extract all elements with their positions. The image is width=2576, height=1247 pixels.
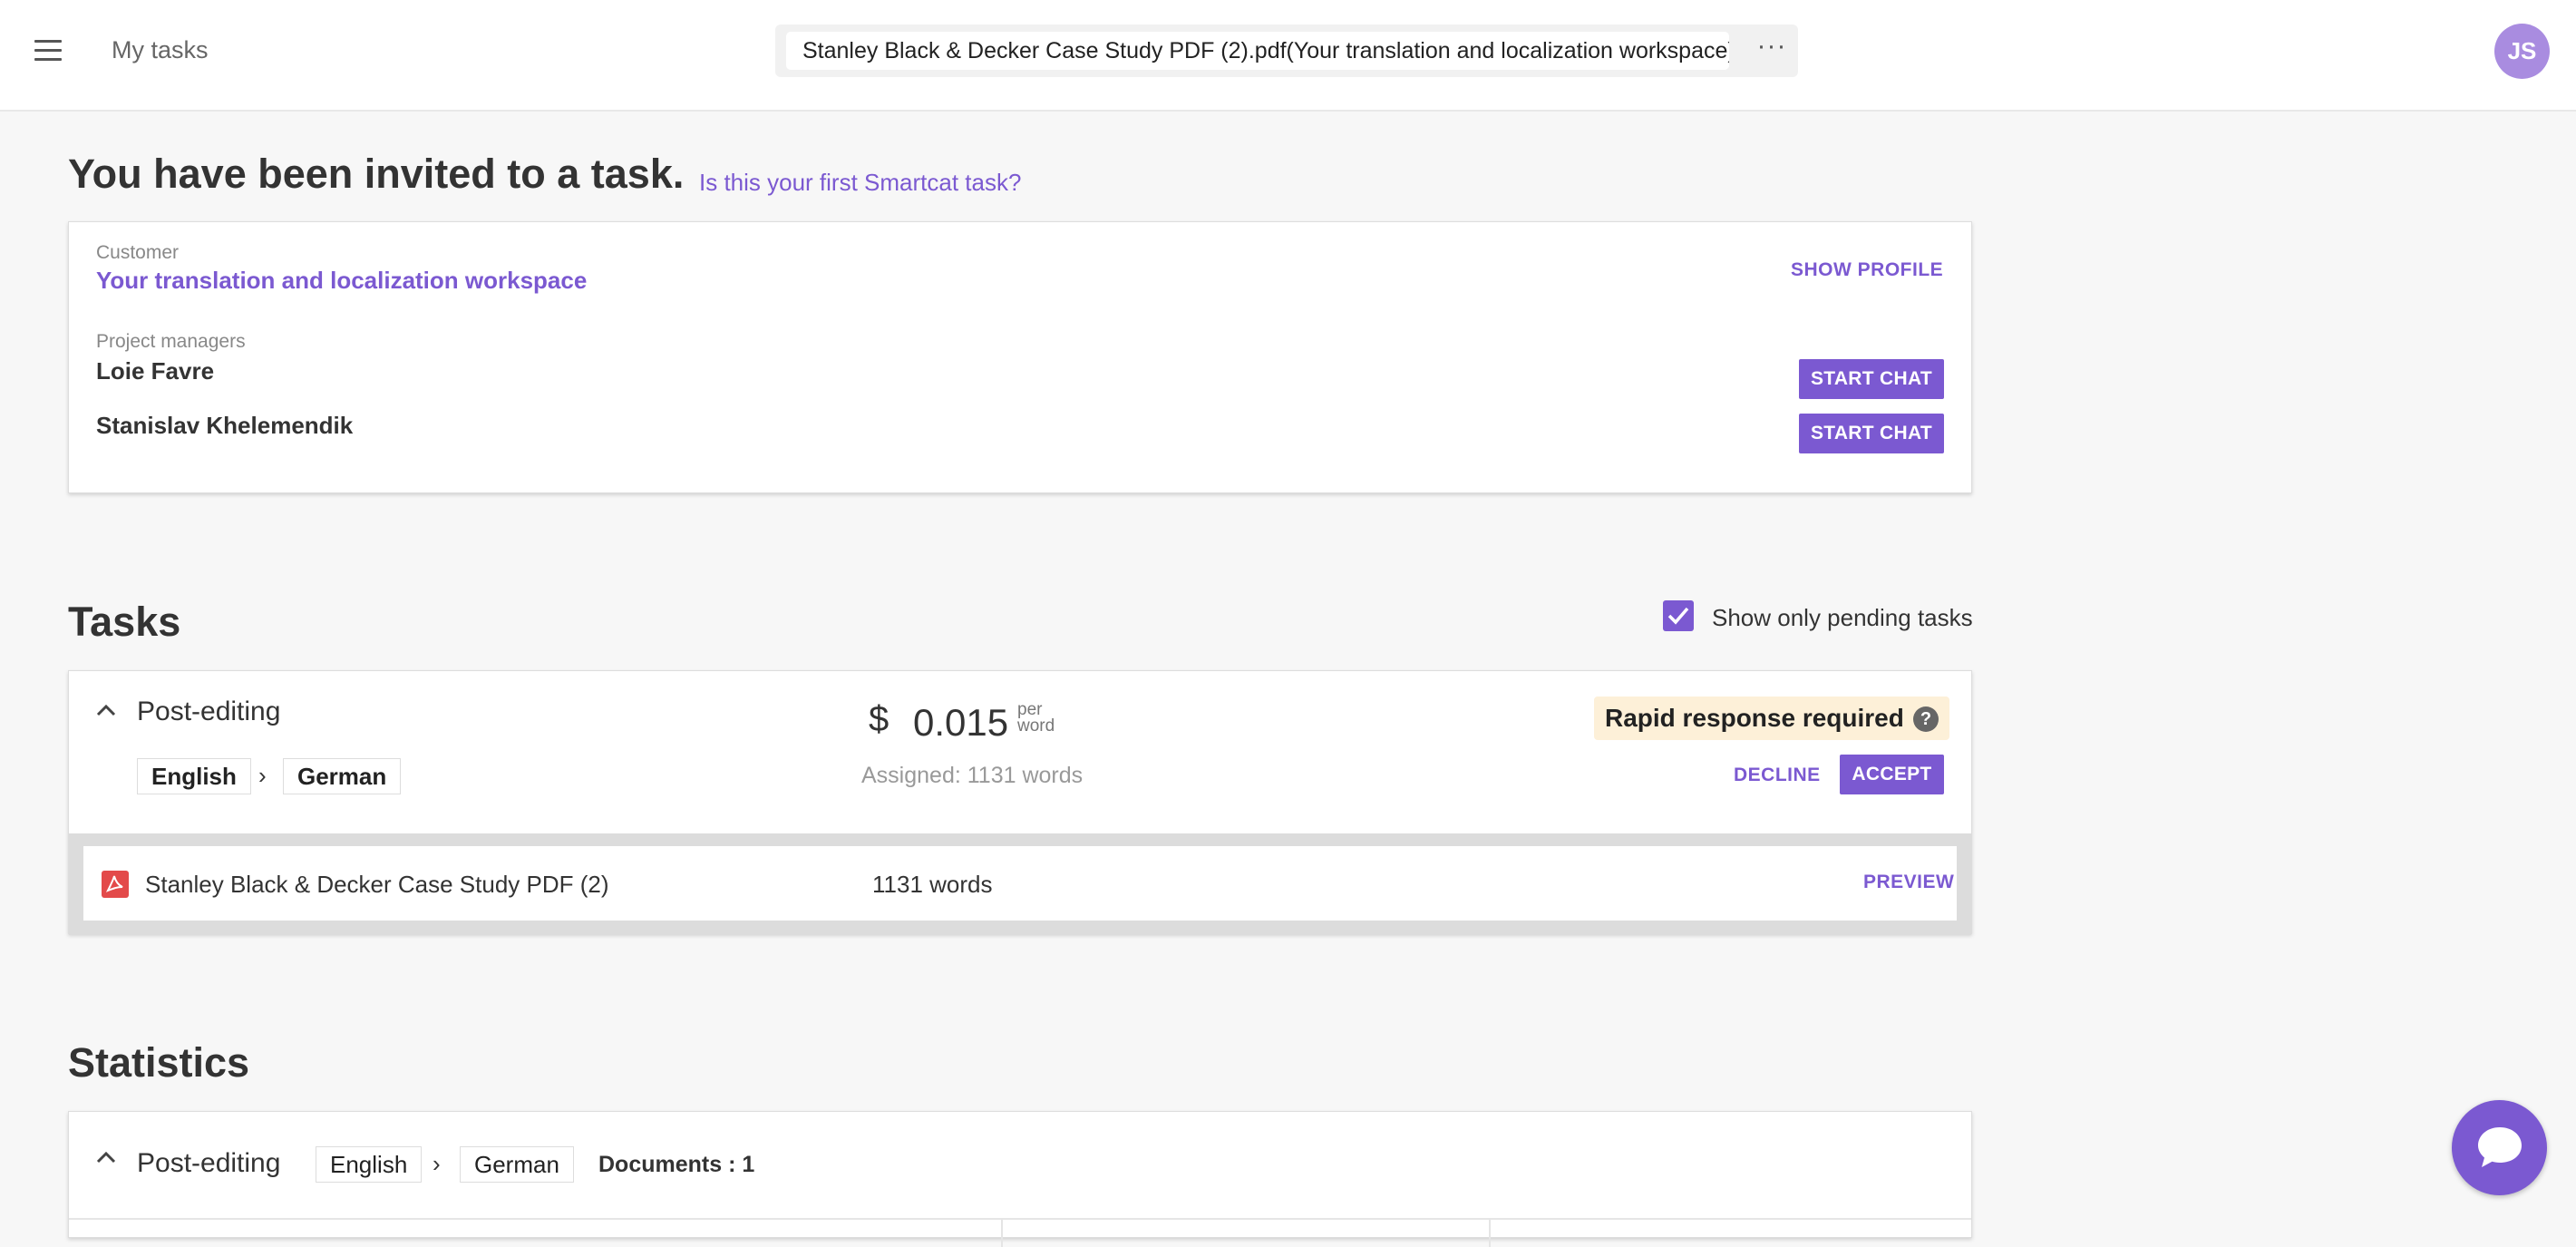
customer-card: Customer Your translation and localizati…	[68, 221, 1972, 493]
table-divider	[69, 1218, 1971, 1220]
chevron-up-icon[interactable]	[96, 1151, 116, 1164]
start-chat-button[interactable]: START CHAT	[1799, 414, 1944, 453]
target-language-chip: German	[283, 758, 402, 794]
manager-name: Loie Favre	[96, 357, 215, 385]
file-word-count: 1131 words	[872, 871, 993, 898]
statistics-card: Post-editing English › German Documents …	[68, 1111, 1972, 1247]
chevron-up-icon[interactable]	[96, 704, 116, 716]
accept-button[interactable]: ACCEPT	[1840, 755, 1944, 794]
statistics-heading: Statistics	[68, 1039, 250, 1086]
column-divider	[1489, 1220, 1491, 1247]
target-language-chip: German	[460, 1146, 574, 1183]
customer-name-link[interactable]: Your translation and localization worksp…	[96, 267, 587, 295]
source-language-chip: English	[137, 758, 251, 794]
document-title[interactable]: Stanley Black & Decker Case Study PDF (2…	[786, 32, 1729, 70]
statistics-task-name: Post-editing	[137, 1148, 281, 1178]
file-name: Stanley Black & Decker Case Study PDF (2…	[145, 871, 609, 898]
page-title: You have been invited to a task.	[68, 151, 685, 197]
word-label: word	[1017, 716, 1055, 736]
task-card: Post-editing English › German $ 0.015 pe…	[68, 670, 1972, 935]
rapid-response-badge: Rapid response required ?	[1594, 697, 1949, 740]
decline-button[interactable]: DECLINE	[1734, 765, 1821, 786]
pdf-icon	[102, 871, 129, 898]
check-icon	[1667, 607, 1689, 625]
pending-filter-label[interactable]: Show only pending tasks	[1712, 604, 1973, 632]
chat-bubble-icon	[2478, 1127, 2522, 1167]
documents-count: Documents : 1	[598, 1152, 755, 1177]
file-list: Stanley Black & Decker Case Study PDF (2…	[69, 833, 1971, 935]
chevron-right-icon: ›	[433, 1150, 441, 1177]
first-task-help-link[interactable]: Is this your first Smartcat task?	[699, 169, 1021, 197]
help-icon[interactable]: ?	[1913, 706, 1939, 732]
customer-label: Customer	[96, 242, 180, 263]
currency-symbol: $	[869, 699, 889, 739]
task-name: Post-editing	[137, 697, 281, 726]
per-word-label: per word	[1017, 701, 1055, 736]
project-managers-label: Project managers	[96, 331, 246, 352]
start-chat-button[interactable]: START CHAT	[1799, 359, 1944, 399]
column-divider	[1001, 1220, 1003, 1247]
file-row: Stanley Black & Decker Case Study PDF (2…	[83, 846, 1957, 921]
pending-filter-checkbox[interactable]	[1663, 600, 1694, 631]
top-bar: My tasks Stanley Black & Decker Case Stu…	[0, 0, 2576, 112]
avatar[interactable]: JS	[2494, 24, 2550, 79]
rapid-response-label: Rapid response required	[1605, 704, 1904, 732]
tasks-heading: Tasks	[68, 599, 181, 645]
manager-name: Stanislav Khelemendik	[96, 412, 354, 439]
chevron-right-icon: ›	[258, 762, 267, 789]
document-title-chip: Stanley Black & Decker Case Study PDF (2…	[775, 24, 1798, 77]
pdf-glyph-icon	[105, 875, 123, 892]
price-value: 0.015	[913, 701, 1009, 744]
show-profile-button[interactable]: SHOW PROFILE	[1791, 259, 1943, 281]
preview-button[interactable]: PREVIEW	[1863, 872, 1954, 893]
source-language-chip: English	[316, 1146, 423, 1183]
chat-button[interactable]	[2452, 1100, 2547, 1195]
my-tasks-link[interactable]: My tasks	[112, 36, 209, 64]
more-options-icon[interactable]: ···	[1755, 33, 1789, 63]
hamburger-menu-icon[interactable]	[34, 40, 62, 62]
assigned-words: Assigned: 1131 words	[861, 763, 1084, 788]
